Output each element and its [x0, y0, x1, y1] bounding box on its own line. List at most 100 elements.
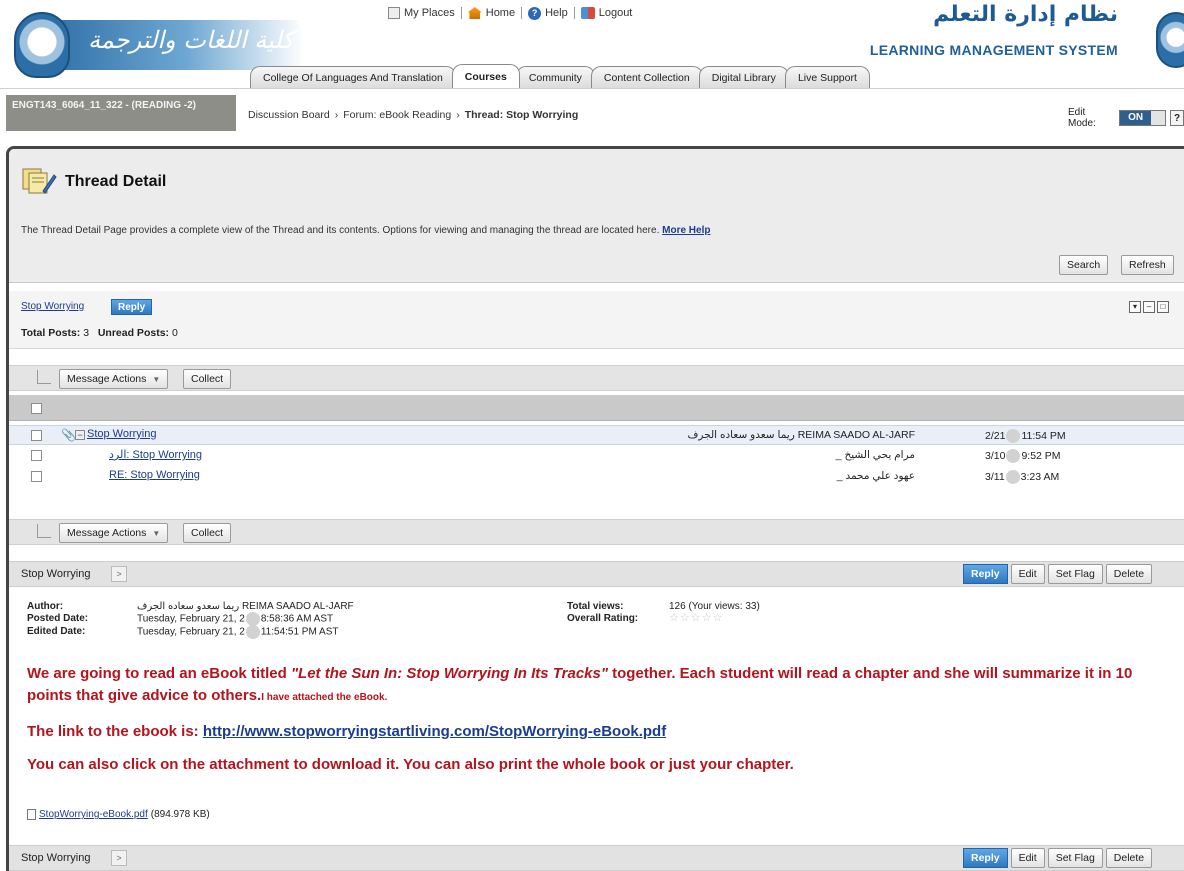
edit-mode-help-button[interactable]: ?	[1170, 110, 1184, 126]
row-date-suffix: 9:52 PM	[1021, 449, 1061, 462]
chevron-right-icon[interactable]: >	[111, 566, 127, 582]
page-title: Thread Detail	[65, 173, 167, 190]
lms-title-arabic: نظام إدارة التعلم	[933, 2, 1118, 27]
redacted-mark	[1005, 470, 1020, 484]
next-post-buttons: Reply Edit Set Flag Delete	[963, 848, 1153, 868]
post-paragraph-2: The link to the ebook is: http://www.sto…	[27, 723, 1177, 740]
my-places-link[interactable]: My Places	[382, 7, 461, 19]
next-post-reply-button[interactable]: Reply	[963, 848, 1008, 868]
refresh-button[interactable]: Refresh	[1121, 255, 1174, 275]
post-title: Stop Worrying	[21, 568, 91, 580]
collect-button[interactable]: Collect	[183, 523, 232, 543]
row-subject-link[interactable]: الرد: Stop Worrying	[109, 448, 202, 461]
breadcrumb-forum[interactable]: Forum: eBook Reading	[343, 109, 451, 121]
collect-button[interactable]: Collect	[183, 369, 232, 389]
row-date-suffix: 3:23 AM	[1020, 470, 1060, 483]
logout-label: Logout	[598, 7, 633, 19]
my-places-icon	[388, 7, 400, 19]
tab-content-collection[interactable]: Content Collection	[590, 66, 703, 88]
row-date: 3/11 3:23 AM	[985, 470, 1059, 484]
logout-icon	[580, 7, 595, 19]
star-icon: ☆	[679, 612, 691, 624]
posted-date-prefix: Tuesday, February 21, 2	[137, 613, 245, 625]
home-icon	[467, 7, 482, 19]
attachment-icon: 📎	[61, 428, 76, 442]
arrow-icon	[37, 370, 51, 384]
thread-reply-button[interactable]: Reply	[111, 299, 153, 315]
tab-community[interactable]: Community	[515, 66, 595, 88]
post-buttons: Reply Edit Set Flag Delete	[963, 564, 1153, 584]
view-controls: ▾ – □	[1129, 301, 1169, 313]
tab-college-of-languages-and-translation[interactable]: College Of Languages And Translation	[250, 66, 456, 88]
tab-live-support[interactable]: Live Support	[784, 66, 870, 88]
header: كلية اللغات والترجمة My Places Home ? He…	[0, 0, 1184, 88]
attachment-link[interactable]: StopWorrying-eBook.pdf	[39, 809, 148, 820]
logout-link[interactable]: Logout	[575, 7, 639, 19]
thread-title-link[interactable]: Stop Worrying	[21, 301, 84, 312]
row-checkbox[interactable]	[31, 450, 42, 461]
row-checkbox[interactable]	[31, 430, 42, 441]
star-icon: ☆	[701, 612, 713, 624]
row-subject-link[interactable]: RE: Stop Worrying	[109, 469, 200, 481]
post-delete-button[interactable]: Delete	[1105, 564, 1153, 584]
edit-mode-value: ON	[1120, 111, 1152, 125]
breadcrumb-discussion-board[interactable]: Discussion Board	[248, 109, 330, 121]
collapse-icon[interactable]: −	[75, 430, 85, 440]
row-checkbox[interactable]	[31, 471, 42, 482]
chevron-down-icon: ▼	[152, 528, 161, 538]
message-actions-button[interactable]: Message Actions ▼	[59, 369, 169, 389]
message-actions-label: Message Actions	[67, 527, 147, 539]
help-icon: ?	[528, 6, 542, 20]
page-description-text: The Thread Detail Page provides a comple…	[21, 225, 660, 236]
chevron-right-icon[interactable]: >	[111, 850, 127, 866]
next-post-title: Stop Worrying	[21, 852, 91, 864]
post-meta: Author: ريما سعدو سعاده الجرف REIMA SAAD…	[9, 599, 1184, 645]
table-row: الرد: Stop Worrying _ مرام يحي الشيخ 3/10 9…	[9, 446, 1184, 466]
total-posts-value: 3	[83, 327, 90, 339]
post-reply-button[interactable]: Reply	[963, 564, 1008, 584]
post-counts: Total Posts: 3 Unread Posts: 0	[21, 327, 178, 339]
collapse-all-icon[interactable]: –	[1143, 301, 1155, 313]
help-link[interactable]: ? Help	[522, 6, 574, 20]
edit-mode-label: Edit Mode:	[1068, 107, 1096, 129]
tab-digital-library[interactable]: Digital Library	[698, 66, 789, 88]
star-icon: ☆	[669, 612, 680, 624]
thread-detail-icon	[22, 168, 57, 194]
breadcrumb-bar: ENGT143_6064_11_322 - (READING -2) Discu…	[0, 88, 1184, 140]
thread-summary: Stop Worrying Reply ▾ – □ Total Posts: 3…	[9, 291, 1184, 349]
search-button[interactable]: Search	[1059, 255, 1109, 275]
page-description: The Thread Detail Page provides a comple…	[21, 225, 710, 236]
course-menu-button[interactable]: ENGT143_6064_11_322 - (READING -2)	[6, 95, 236, 131]
home-link[interactable]: Home	[462, 7, 521, 19]
post-set-flag-button[interactable]: Set Flag	[1047, 564, 1103, 584]
posted-date-label: Posted Date:	[27, 613, 89, 624]
redacted-mark	[245, 625, 260, 639]
row-date-prefix: 3/10	[985, 449, 1006, 462]
next-post-delete-button[interactable]: Delete	[1105, 848, 1153, 868]
lms-title-english: LEARNING MANAGEMENT SYSTEM	[869, 42, 1118, 58]
maximize-icon[interactable]: □	[1157, 301, 1169, 313]
overall-rating-label: Overall Rating:	[567, 613, 639, 624]
thread-list-header	[9, 395, 1184, 421]
content-panel: Thread Detail The Thread Detail Page pro…	[6, 146, 1184, 871]
post-edit-button[interactable]: Edit	[1010, 564, 1045, 584]
college-logo-text: كلية اللغات والترجمة	[88, 26, 294, 54]
next-post-set-flag-button[interactable]: Set Flag	[1047, 848, 1103, 868]
total-views-label: Total views:	[567, 601, 624, 612]
row-subject-link[interactable]: Stop Worrying	[87, 428, 157, 440]
expand-all-icon[interactable]: ▾	[1129, 301, 1141, 313]
edited-date-prefix: Tuesday, February 21, 2	[137, 626, 245, 638]
row-date-prefix: 2/21	[985, 429, 1006, 442]
edit-mode-toggle[interactable]: ON	[1119, 110, 1167, 126]
edited-date-label: Edited Date:	[27, 626, 86, 637]
message-actions-button[interactable]: Message Actions ▼	[59, 523, 169, 543]
select-all-checkbox[interactable]	[31, 403, 42, 414]
ebook-link[interactable]: http://www.stopworryingstartliving.com/S…	[203, 723, 666, 740]
table-row: 📎 − Stop Worrying ريما سعدو سعاده الجرف REI…	[9, 425, 1184, 445]
tab-courses[interactable]: Courses	[451, 64, 520, 88]
next-post-edit-button[interactable]: Edit	[1010, 848, 1045, 868]
star-icon: ☆	[690, 612, 702, 624]
home-label: Home	[485, 7, 516, 19]
rating-stars[interactable]: ☆☆☆☆☆	[669, 611, 723, 624]
more-help-link[interactable]: More Help	[662, 225, 710, 236]
